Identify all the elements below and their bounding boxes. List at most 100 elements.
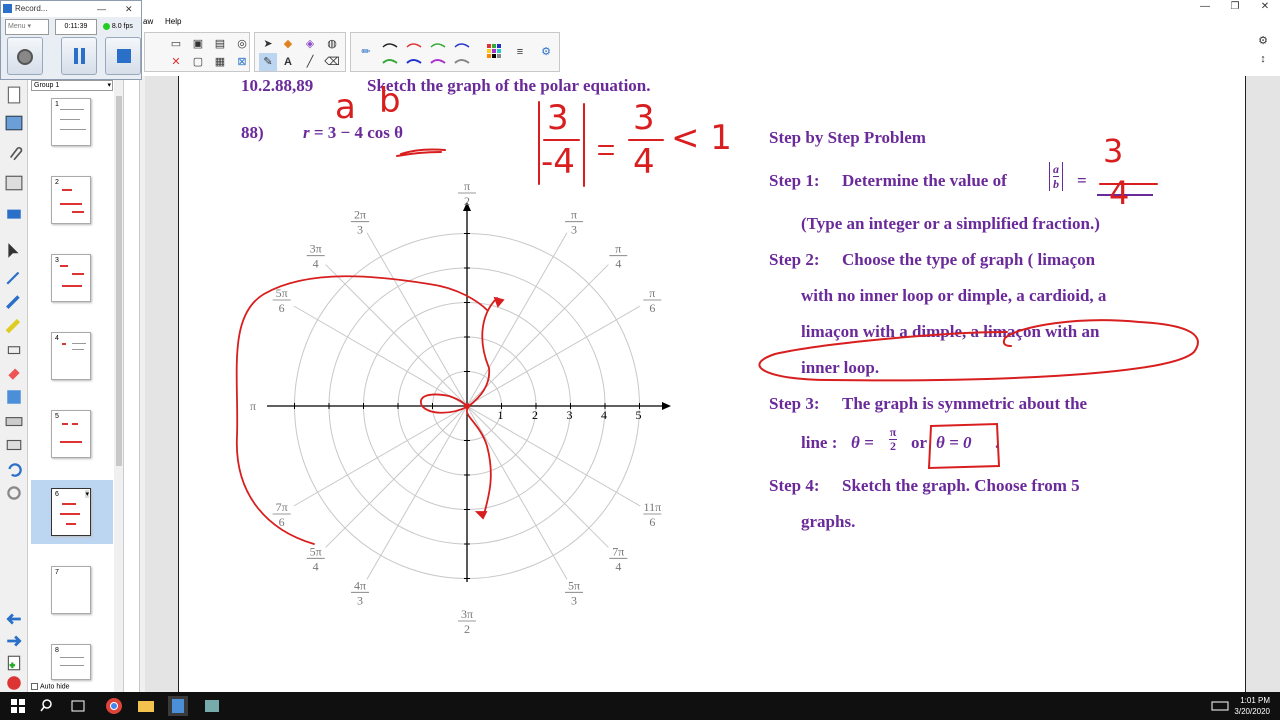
- settings-gear-icon[interactable]: ⚙: [1254, 32, 1272, 50]
- select-tool-icon[interactable]: [5, 242, 23, 260]
- fill-strip-icon[interactable]: [5, 364, 23, 382]
- smart-notebook-taskbar-icon[interactable]: [168, 696, 188, 716]
- task-view-icon[interactable]: [68, 696, 88, 716]
- page-thumbnail[interactable]: 1: [51, 98, 91, 146]
- angle-label-numerator: 3π: [461, 607, 473, 621]
- properties-icon[interactable]: ⚙: [537, 43, 555, 61]
- close-x-icon[interactable]: ⊠: [233, 53, 251, 71]
- stop-button[interactable]: [105, 37, 141, 75]
- page-sorter-icon[interactable]: [5, 86, 23, 104]
- smart-notebook-window: — ❐ ✕ aw Help ▭ ▣ ▤ ◎ ✕ ▢ ▦ ⊠ ➤ ◆ ◈ ◍ ✎ …: [0, 0, 1280, 720]
- pen-styles-icon[interactable]: [381, 37, 481, 69]
- windows-taskbar: 1:01 PM 3/20/2020: [0, 692, 1280, 720]
- angle-label-denominator: 4: [313, 257, 319, 271]
- highlighter-icon[interactable]: [5, 316, 23, 334]
- settings-strip-icon[interactable]: [5, 484, 23, 502]
- recorder-close-icon[interactable]: ✕: [125, 1, 133, 17]
- screenshade-icon[interactable]: ▣: [189, 35, 207, 53]
- page-thumbnail[interactable]: 3: [51, 254, 91, 302]
- color-palette-icon[interactable]: [485, 43, 503, 61]
- polar-spoke: [466, 305, 641, 407]
- autohide-toggle[interactable]: Auto hide: [31, 682, 70, 690]
- display-icon[interactable]: ▤: [211, 35, 229, 53]
- line-width-icon[interactable]: ≡: [511, 43, 529, 61]
- undo-icon[interactable]: [5, 460, 23, 478]
- chrome-icon[interactable]: [104, 696, 124, 716]
- previous-page-icon[interactable]: [5, 610, 23, 628]
- pause-button[interactable]: [61, 37, 97, 75]
- clear-icon[interactable]: [5, 436, 23, 454]
- attachments-icon[interactable]: [5, 144, 23, 162]
- move-toolbar-icon[interactable]: ↕: [1254, 50, 1272, 68]
- table-icon[interactable]: ▦: [211, 53, 229, 71]
- windows-start-icon[interactable]: [8, 696, 28, 716]
- keyboard-icon[interactable]: [5, 412, 23, 430]
- handwritten-compare: < 1: [671, 118, 732, 158]
- file-explorer-icon[interactable]: [136, 696, 156, 716]
- sidebar-scrollbar-thumb[interactable]: [116, 96, 122, 466]
- right-toolbar: ⚙ ↕: [1246, 30, 1280, 70]
- sidebar-scrollbar[interactable]: [114, 80, 124, 692]
- close-icon[interactable]: ✕: [1250, 0, 1280, 14]
- menu-item-draw[interactable]: aw: [143, 17, 153, 26]
- line-tool-icon[interactable]: ╱: [301, 53, 319, 71]
- pause-icon: [74, 48, 78, 64]
- magic-wand-icon[interactable]: [5, 268, 23, 286]
- eraser-icon[interactable]: ◈: [301, 35, 319, 53]
- record-button[interactable]: [7, 37, 43, 75]
- recorder-minimize-icon[interactable]: —: [97, 1, 106, 17]
- page-thumbnail-selected[interactable]: 6 ▾: [51, 488, 91, 536]
- student-curve-stroke: [474, 511, 488, 520]
- gallery-icon[interactable]: [5, 114, 23, 132]
- thumbnail-menu-icon[interactable]: ▾: [85, 490, 89, 498]
- recorder-taskbar-icon[interactable]: [202, 696, 222, 716]
- notebook-page[interactable]: 10.2.88,89 Sketch the graph of the polar…: [178, 76, 1246, 692]
- whiteboard-canvas[interactable]: 10.2.88,89 Sketch the graph of the polar…: [145, 76, 1280, 692]
- delete-page-icon[interactable]: [5, 674, 23, 692]
- text-box-icon[interactable]: [5, 388, 23, 406]
- page-thumbnail[interactable]: 8: [51, 644, 91, 680]
- properties-panel-icon[interactable]: [5, 174, 23, 192]
- fill-icon[interactable]: ◍: [323, 35, 341, 53]
- screen-icon[interactable]: ▢: [189, 53, 207, 71]
- polar-spoke: [366, 405, 468, 580]
- page-thumbnail[interactable]: 5: [51, 410, 91, 458]
- autohide-checkbox[interactable]: [31, 682, 38, 690]
- next-page-icon[interactable]: [5, 632, 23, 650]
- pen-icon[interactable]: ✏: [357, 43, 375, 61]
- capture-icon[interactable]: ◎: [233, 35, 251, 53]
- text-tool-icon[interactable]: A: [279, 53, 297, 71]
- addons-icon[interactable]: [5, 204, 23, 222]
- page-thumbnail[interactable]: 2: [51, 176, 91, 224]
- angle-label-denominator: 2: [464, 194, 470, 208]
- angle-label-numerator: π: [649, 286, 655, 300]
- angle-label-numerator: 7π: [612, 544, 624, 558]
- magic-pen-icon[interactable]: ✎: [259, 53, 277, 71]
- angle-label-denominator: 3: [357, 223, 363, 237]
- recorder-title-bar: Record... — ✕: [1, 1, 141, 17]
- pause-icon-bar: [81, 48, 85, 64]
- taskbar-clock[interactable]: 1:01 PM 3/20/2020: [1234, 695, 1270, 717]
- recorder-status-row: Menu ▾ 0:11:39 8.0 fps: [5, 19, 133, 35]
- delete-icon[interactable]: ✕: [167, 53, 185, 71]
- angle-label-denominator: 6: [279, 515, 285, 529]
- menu-item-help[interactable]: Help: [165, 17, 181, 26]
- search-icon[interactable]: [38, 696, 58, 716]
- select-arrow-icon[interactable]: ➤: [259, 35, 277, 53]
- add-page-icon[interactable]: [5, 654, 23, 672]
- page-thumbnail[interactable]: 7: [51, 566, 91, 614]
- shapes-icon[interactable]: ◆: [279, 35, 297, 53]
- eraser-strip-icon[interactable]: [5, 340, 23, 358]
- restore-icon[interactable]: ❐: [1220, 0, 1250, 14]
- toolbar-group-tools: ➤ ◆ ◈ ◍ ✎ A ╱ ⌫: [254, 32, 346, 72]
- new-page-icon[interactable]: ▭: [167, 35, 185, 53]
- eraser-tool-icon[interactable]: ⌫: [323, 53, 341, 71]
- page-thumbnail[interactable]: 4: [51, 332, 91, 380]
- handwritten-answer-num: 3: [1103, 132, 1124, 170]
- angle-label-numerator: π: [464, 179, 470, 193]
- recorder-menu[interactable]: Menu ▾: [5, 19, 49, 35]
- group-select[interactable]: Group 1 ▾: [31, 80, 113, 91]
- keyboard-tray-icon[interactable]: [1210, 696, 1230, 716]
- pen-tool-icon[interactable]: [5, 292, 23, 310]
- minimize-icon[interactable]: —: [1190, 0, 1220, 14]
